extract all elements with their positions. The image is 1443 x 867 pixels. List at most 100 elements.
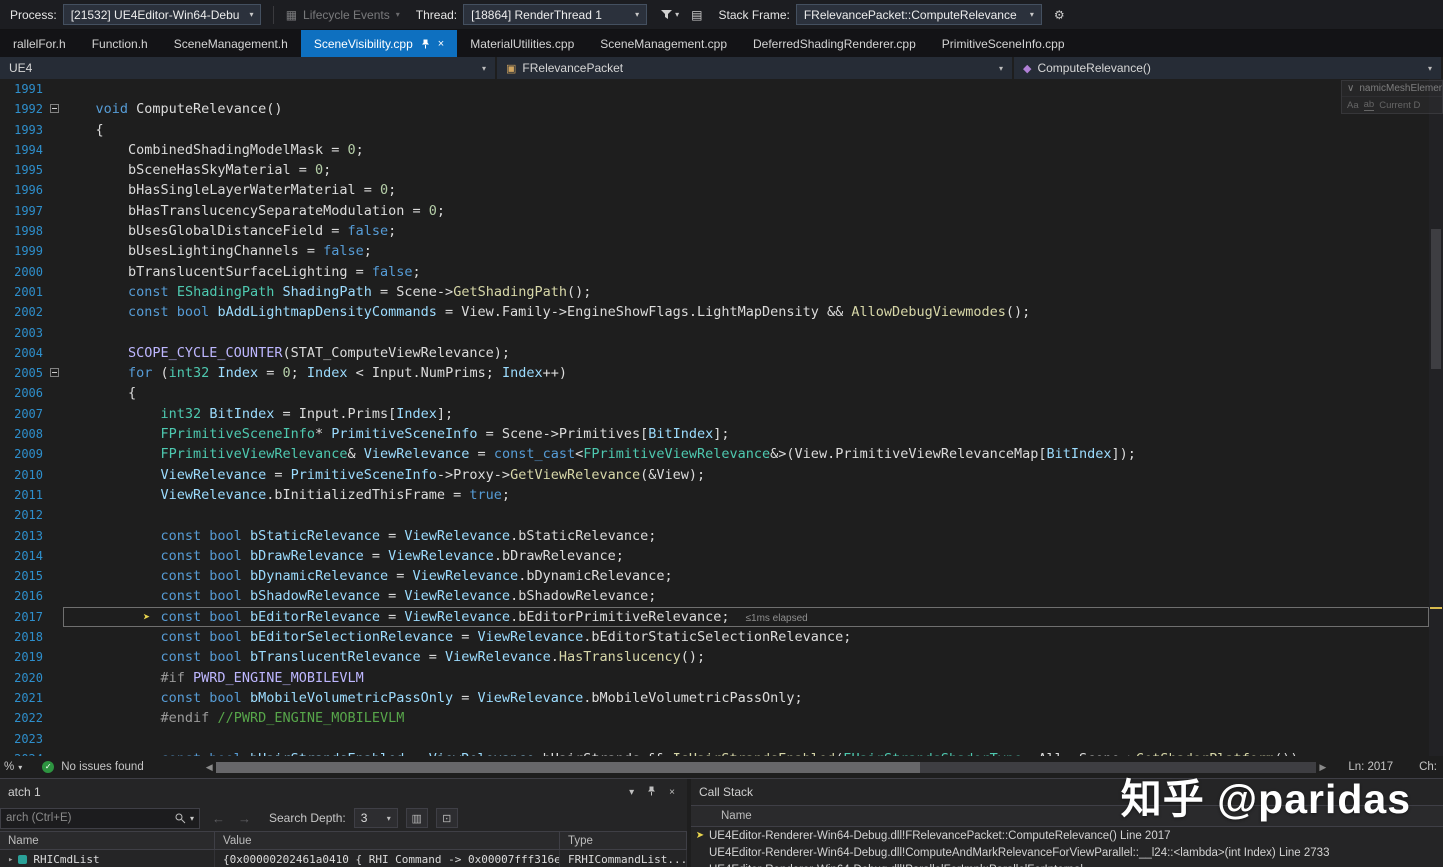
code-text[interactable]: SCOPE_CYCLE_COUNTER(STAT_ComputeViewRele… — [63, 343, 1429, 363]
watch-row[interactable]: ▸ RHICmdList {0x00000202461a0410 { RHI Com… — [0, 850, 687, 867]
editor-tab[interactable]: PrimitiveSceneInfo.cpp — [929, 30, 1078, 57]
callstack-frame[interactable]: UE4Editor-Renderer-Win64-Debug.dll!Compu… — [691, 844, 1443, 861]
scrollbar-thumb[interactable] — [215, 761, 921, 773]
code-text[interactable]: ViewRelevance = PrimitiveSceneInfo->Prox… — [63, 465, 1429, 485]
expander-icon[interactable]: ▸ — [8, 855, 13, 865]
code-line[interactable]: 1997 bHasTranslucencySeparateModulation … — [0, 201, 1429, 221]
chevron-icon[interactable]: ∨ — [1347, 83, 1354, 94]
code-line[interactable]: 2011 ViewRelevance.bInitializedThisFrame… — [0, 485, 1429, 505]
editor-tab[interactable]: DeferredShadingRenderer.cpp — [740, 30, 929, 57]
code-text[interactable]: void ComputeRelevance() — [63, 99, 1429, 119]
column-header[interactable]: Name — [0, 832, 215, 849]
code-line[interactable]: 2019 const bool bTranslucentRelevance = … — [0, 647, 1429, 667]
editor-vertical-scrollbar[interactable] — [1429, 79, 1443, 756]
code-line[interactable]: 2008 FPrimitiveSceneInfo* PrimitiveScene… — [0, 424, 1429, 444]
watch-type-cell[interactable]: FRHICommandList... — [560, 850, 687, 867]
watch-name-cell[interactable]: ▸ RHICmdList — [0, 850, 215, 867]
lifecycle-events-button[interactable]: ▦ Lifecycle Events ▾ — [286, 8, 400, 22]
find-text[interactable]: namicMeshElementsM — [1359, 83, 1442, 94]
gear-icon[interactable]: ⚙ — [1054, 8, 1065, 22]
code-text[interactable]: const bool bAddLightmapDensityCommands =… — [63, 302, 1429, 322]
code-text[interactable]: const bool bEditorSelectionRelevance = V… — [63, 627, 1429, 647]
code-text[interactable] — [63, 323, 1429, 343]
code-text[interactable]: const bool bTranslucentRelevance = ViewR… — [63, 647, 1429, 667]
fold-collapse-icon[interactable] — [46, 363, 63, 383]
code-line[interactable]: 2021 const bool bMobileVolumetricPassOnl… — [0, 688, 1429, 708]
scrollbar-thumb[interactable] — [1431, 229, 1441, 369]
code-line[interactable]: 1993 { — [0, 120, 1429, 140]
column-header[interactable]: Value — [215, 832, 560, 849]
project-dropdown[interactable]: UE4 ▾ — [0, 57, 497, 79]
code-line[interactable]: 2007 int32 BitIndex = Input.Prims[Index]… — [0, 404, 1429, 424]
code-line[interactable]: 1994 CombinedShadingModelMask = 0; — [0, 140, 1429, 160]
code-text[interactable]: bUsesGlobalDistanceField = false; — [63, 221, 1429, 241]
code-text[interactable]: ➤ const bool bEditorRelevance = ViewRele… — [63, 607, 1429, 627]
code-line[interactable]: 2018 const bool bEditorSelectionRelevanc… — [0, 627, 1429, 647]
code-area[interactable]: 1991 1992 void ComputeRelevance() 1993 {19… — [0, 79, 1429, 756]
editor-tab[interactable]: SceneManagement.cpp — [587, 30, 740, 57]
code-text[interactable] — [63, 729, 1429, 749]
find-overlay[interactable]: ∨ namicMeshElementsM Aa ab Current D — [1341, 80, 1443, 114]
code-text[interactable]: for (int32 Index = 0; Index < Input.NumP… — [63, 363, 1429, 383]
code-line[interactable]: 2014 const bool bDrawRelevance = ViewRel… — [0, 546, 1429, 566]
code-text[interactable]: const bool bDrawRelevance = ViewRelevanc… — [63, 546, 1429, 566]
code-text[interactable]: CombinedShadingModelMask = 0; — [63, 140, 1429, 160]
filter-threads-button[interactable]: ▾ — [661, 9, 679, 20]
code-text[interactable]: const bool bStaticRelevance = ViewReleva… — [63, 526, 1429, 546]
code-text[interactable]: const EShadingPath ShadingPath = Scene->… — [63, 282, 1429, 302]
code-line[interactable]: 1991 — [0, 79, 1429, 99]
code-editor[interactable]: 1991 1992 void ComputeRelevance() 1993 {19… — [0, 79, 1429, 756]
window-position-icon[interactable]: ▾ — [629, 787, 634, 798]
watch-toolbar-button-1[interactable]: ▥ — [405, 808, 428, 828]
code-line[interactable]: 2009 FPrimitiveViewRelevance& ViewReleva… — [0, 444, 1429, 464]
code-text[interactable]: #endif //PWRD_ENGINE_MOBILEVLM — [63, 708, 1429, 728]
code-line[interactable]: 2004 SCOPE_CYCLE_COUNTER(STAT_ComputeVie… — [0, 343, 1429, 363]
code-line[interactable]: 1996 bHasSingleLayerWaterMaterial = 0; — [0, 180, 1429, 200]
code-line[interactable]: 2003 — [0, 323, 1429, 343]
code-line[interactable]: 2022 #endif //PWRD_ENGINE_MOBILEVLM — [0, 708, 1429, 728]
pin-icon[interactable] — [647, 786, 656, 799]
code-line[interactable]: 1992 void ComputeRelevance() — [0, 99, 1429, 119]
zoom-control[interactable]: % ▾ — [4, 761, 22, 773]
document-health-indicator[interactable]: ✓ No issues found — [42, 761, 144, 773]
code-line[interactable]: 2015 const bool bDynamicRelevance = View… — [0, 566, 1429, 586]
search-forward-icon[interactable]: → — [238, 811, 251, 826]
code-line[interactable]: 2020 #if PWRD_ENGINE_MOBILEVLM — [0, 668, 1429, 688]
code-line[interactable]: 2012 — [0, 505, 1429, 525]
stack-frame-dropdown[interactable]: FRelevancePacket::ComputeRelevance ▾ — [795, 4, 1042, 25]
code-text[interactable]: FPrimitiveSceneInfo* PrimitiveSceneInfo … — [63, 424, 1429, 444]
match-case-icon[interactable]: Aa — [1347, 100, 1359, 111]
code-text[interactable] — [63, 505, 1429, 525]
watch-toolbar-button-2[interactable]: ⊡ — [435, 808, 458, 828]
code-text[interactable]: const bool bDynamicRelevance = ViewRelev… — [63, 566, 1429, 586]
code-line[interactable]: 2000 bTranslucentSurfaceLighting = false… — [0, 262, 1429, 282]
thread-dropdown[interactable]: [18864] RenderThread 1 ▾ — [463, 4, 648, 25]
code-line[interactable]: 1995 bSceneHasSkyMaterial = 0; — [0, 160, 1429, 180]
code-text[interactable]: bTranslucentSurfaceLighting = false; — [63, 262, 1429, 282]
code-line[interactable]: 2017 ➤ const bool bEditorRelevance = View… — [0, 607, 1429, 627]
search-input[interactable]: arch (Ctrl+E) ▾ — [0, 807, 200, 829]
code-text[interactable]: FPrimitiveViewRelevance& ViewRelevance =… — [63, 444, 1429, 464]
code-line[interactable]: 2002 const bool bAddLightmapDensityComma… — [0, 302, 1429, 322]
code-text[interactable]: bSceneHasSkyMaterial = 0; — [63, 160, 1429, 180]
code-line[interactable]: 1999 bUsesLightingChannels = false; — [0, 241, 1429, 261]
code-line[interactable]: 2006 { — [0, 383, 1429, 403]
find-input-row[interactable]: ∨ namicMeshElementsM — [1342, 81, 1442, 96]
pin-icon[interactable] — [421, 39, 430, 49]
callstack-frame[interactable]: UE4Editor-Renderer-Win64-Debug.dll!Paral… — [691, 861, 1443, 867]
fold-collapse-icon[interactable] — [46, 99, 63, 119]
search-depth-dropdown[interactable]: 3 ▾ — [353, 808, 398, 828]
code-line[interactable]: 1998 bUsesGlobalDistanceField = false; — [0, 221, 1429, 241]
code-line[interactable]: 2010 ViewRelevance = PrimitiveSceneInfo-… — [0, 465, 1429, 485]
find-scope[interactable]: Current D — [1379, 100, 1420, 111]
code-text[interactable]: { — [63, 120, 1429, 140]
code-text[interactable]: const bool bHairStrandsEnabled = ViewRel… — [63, 749, 1429, 756]
code-text[interactable]: bUsesLightingChannels = false; — [63, 241, 1429, 261]
code-line[interactable]: 2005 for (int32 Index = 0; Index < Input… — [0, 363, 1429, 383]
code-text[interactable]: const bool bMobileVolumetricPassOnly = V… — [63, 688, 1429, 708]
editor-tab[interactable]: Function.h — [79, 30, 161, 57]
code-line[interactable]: 2013 const bool bStaticRelevance = ViewR… — [0, 526, 1429, 546]
editor-tab[interactable]: SceneVisibility.cpp × — [300, 30, 458, 57]
code-line[interactable]: 2001 const EShadingPath ShadingPath = Sc… — [0, 282, 1429, 302]
editor-tab[interactable]: MaterialUtilities.cpp — [457, 30, 587, 57]
